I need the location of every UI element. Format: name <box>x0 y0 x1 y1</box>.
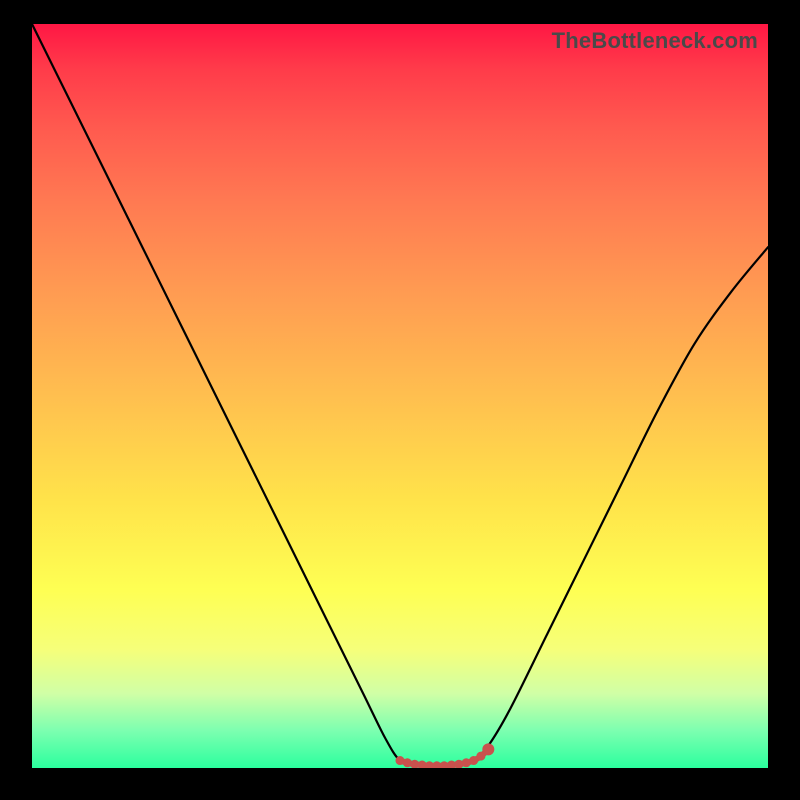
chart-overlay <box>32 24 768 768</box>
bottleneck-curve <box>32 24 768 766</box>
minimum-markers <box>396 743 495 768</box>
plot-area: TheBottleneck.com <box>32 24 768 768</box>
minimum-marker-dot <box>482 743 494 755</box>
chart-frame: TheBottleneck.com <box>0 0 800 800</box>
